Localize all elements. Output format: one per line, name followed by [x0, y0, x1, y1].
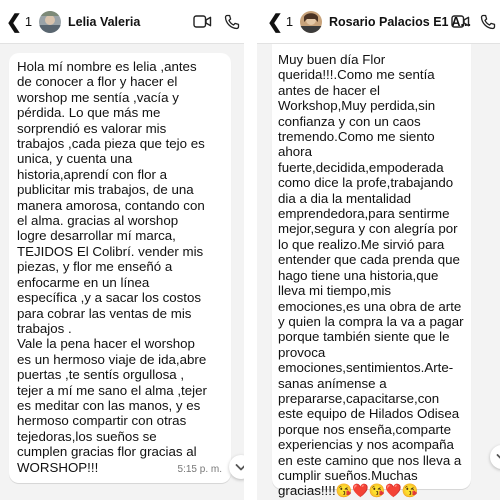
right-chat-panel: ❮ 1 Rosario Palacios E1 A... Muy buen día… [257, 0, 500, 500]
contact-name[interactable]: Lelia Valeria [68, 15, 140, 29]
back-button[interactable]: ❮ 1 [6, 12, 33, 33]
message-text: Hola mí nombre es lelia ,antes de conoce… [17, 59, 207, 475]
contact-name[interactable]: Rosario Palacios E1 A... [329, 15, 471, 29]
video-camera-icon[interactable] [193, 14, 212, 34]
message-bubble[interactable]: Muy buen día Flor querida!!!.Como me sen… [272, 44, 471, 498]
avatar[interactable] [39, 11, 61, 33]
chat-header: ❮ 1 Lelia Valeria [0, 0, 244, 44]
scroll-down-button[interactable] [490, 445, 500, 469]
phone-icon[interactable] [480, 14, 496, 35]
chevron-left-icon: ❮ [267, 12, 283, 33]
chevron-down-icon [235, 464, 244, 471]
chat-header: ❮ 1 Rosario Palacios E1 A... [257, 0, 500, 44]
chevron-down-icon [496, 454, 500, 459]
avatar[interactable] [300, 11, 322, 33]
left-chat-panel: ❮ 1 Lelia Valeria Hola mí nombre es lelia… [0, 0, 244, 500]
unread-count: 1 [24, 14, 33, 29]
unread-count: 1 [285, 14, 294, 29]
video-camera-icon[interactable] [451, 14, 470, 34]
panel-divider [244, 0, 257, 500]
message-timestamp: 5:15 p. m. [177, 464, 222, 475]
back-button[interactable]: ❮ 1 [267, 12, 294, 33]
message-bubble[interactable]: Hola mí nombre es lelia ,antes de conoce… [9, 53, 231, 483]
chevron-left-icon: ❮ [6, 12, 22, 33]
phone-icon[interactable] [224, 14, 240, 35]
scroll-down-button[interactable] [229, 455, 244, 479]
message-text: Muy buen día Flor querida!!!.Como me sen… [278, 52, 464, 499]
